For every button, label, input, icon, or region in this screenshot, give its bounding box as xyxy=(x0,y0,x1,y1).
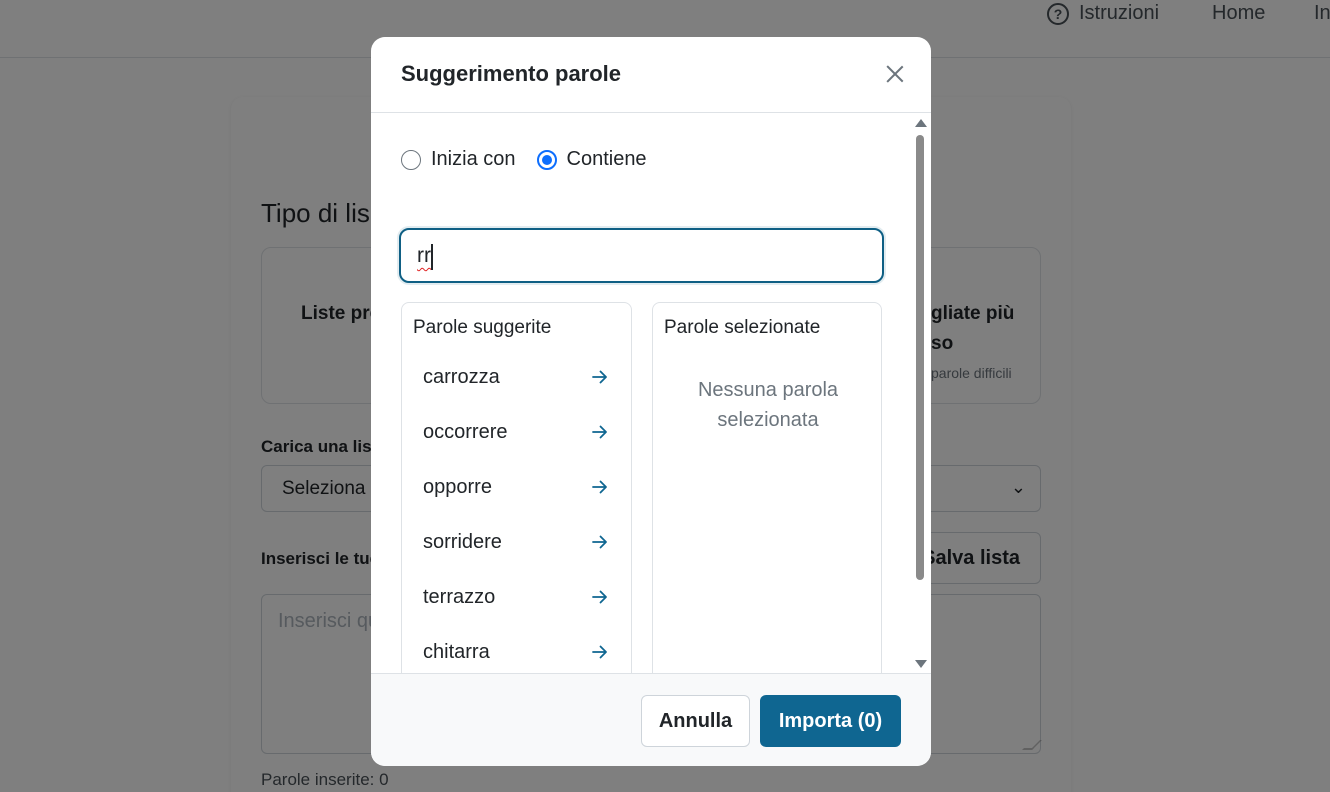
suggested-word-item[interactable]: occorrere xyxy=(402,406,631,461)
scroll-thumb[interactable] xyxy=(916,135,924,580)
suggested-word-text: chitarra xyxy=(423,641,490,663)
radio-label: Contiene xyxy=(566,148,647,170)
cancel-button[interactable]: Annulla xyxy=(641,695,750,747)
suggested-words-list: carrozza occorrere opporre sorridere terrazz… xyxy=(402,351,631,673)
arrow-right-icon[interactable] xyxy=(591,643,609,661)
search-input-value: rr xyxy=(417,244,431,267)
suggested-words-panel: Parole suggerite carrozza occorrere opporr… xyxy=(401,302,632,673)
suggested-word-text: carrozza xyxy=(423,366,500,388)
arrow-right-icon[interactable] xyxy=(591,423,609,441)
text-caret xyxy=(431,244,433,270)
arrow-right-icon[interactable] xyxy=(591,588,609,606)
import-button[interactable]: Importa (0) xyxy=(760,695,901,747)
modal-title: Suggerimento parole xyxy=(401,61,622,86)
suggested-word-text: opporre xyxy=(423,476,492,498)
selected-words-title: Parole selezionate xyxy=(664,317,821,338)
search-input[interactable]: rr xyxy=(399,228,884,283)
arrow-right-icon[interactable] xyxy=(591,368,609,386)
suggested-words-title: Parole suggerite xyxy=(413,317,552,338)
selected-words-panel: Parole selezionate Nessuna parola selezi… xyxy=(652,302,882,673)
radio-button-checked[interactable] xyxy=(536,149,557,170)
radio-starts-with[interactable]: Inizia con xyxy=(401,148,516,171)
suggested-word-item[interactable]: sorridere xyxy=(402,516,631,571)
scroll-down-arrow-icon[interactable] xyxy=(915,660,927,668)
suggested-word-text: sorridere xyxy=(423,531,502,553)
radio-button[interactable] xyxy=(401,149,421,170)
modal-scrollbar[interactable] xyxy=(914,117,927,668)
modal-footer: Annulla Importa (0) xyxy=(371,673,931,766)
radio-label: Inizia con xyxy=(431,148,516,170)
suggested-word-text: terrazzo xyxy=(423,586,496,608)
suggested-word-item[interactable]: chitarra xyxy=(402,626,631,673)
arrow-right-icon[interactable] xyxy=(591,533,609,551)
suggested-word-item[interactable]: opporre xyxy=(402,461,631,516)
search-mode-group: Inizia con Contiene xyxy=(401,148,668,171)
arrow-right-icon[interactable] xyxy=(591,478,609,496)
close-icon[interactable] xyxy=(885,64,905,84)
empty-selection-message: Nessuna parola selezionata xyxy=(697,379,839,431)
suggested-word-item[interactable]: terrazzo xyxy=(402,571,631,626)
suggested-word-item[interactable]: carrozza xyxy=(402,351,631,406)
word-suggestion-modal: Suggerimento parole Inizia con Contiene … xyxy=(371,37,931,766)
scroll-up-arrow-icon[interactable] xyxy=(915,119,927,127)
suggested-word-text: occorrere xyxy=(423,421,508,443)
modal-body: Inizia con Contiene rr Parole suggerite … xyxy=(371,114,931,673)
modal-header: Suggerimento parole xyxy=(371,37,931,113)
radio-contains[interactable]: Contiene xyxy=(536,148,647,171)
